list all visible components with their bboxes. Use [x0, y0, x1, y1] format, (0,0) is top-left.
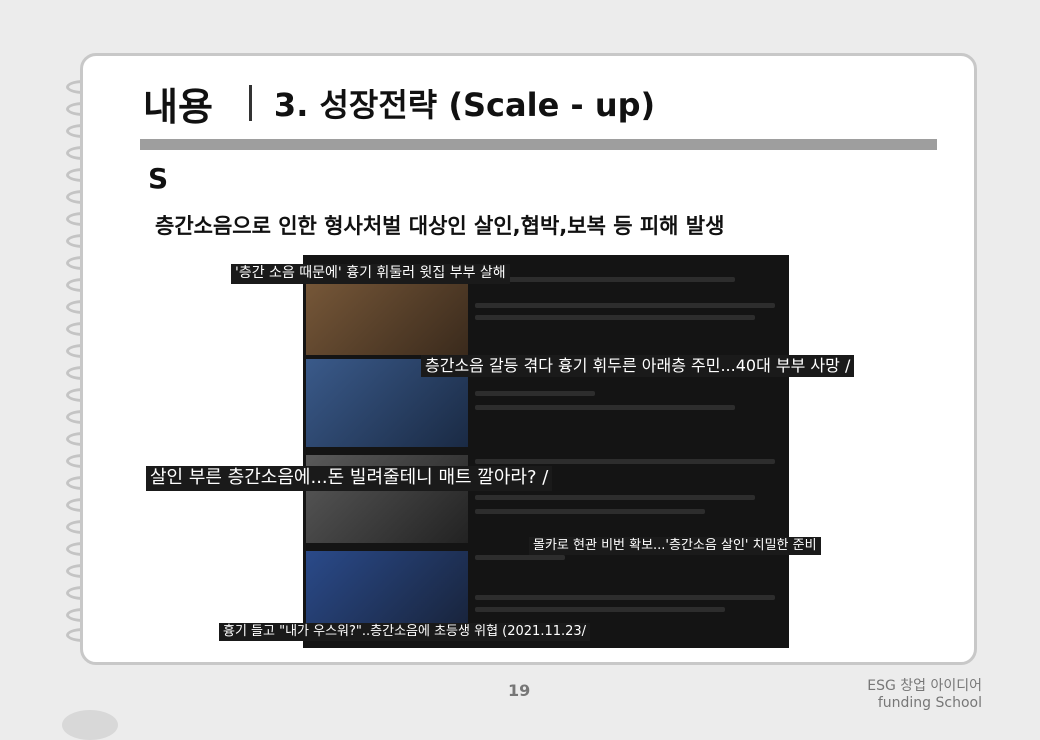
- news-caption-2: 층간소음 갈등 겪다 흉기 휘두른 아래층 주민...40대 부부 사망 /: [421, 355, 855, 377]
- title-divider: [248, 85, 252, 121]
- title-underline: [140, 139, 937, 150]
- blurred-text-line: [475, 277, 735, 282]
- news-caption-1: '층간 소음 때문에' 흉기 휘둘러 윗집 부부 살해: [231, 264, 510, 284]
- title-sub: 3. 성장전략 (Scale - up): [273, 86, 656, 124]
- slide-title: 내용 3. 성장전략 (Scale - up): [143, 80, 656, 129]
- page-number: 19: [508, 681, 531, 700]
- footer-brand: ESG 창업 아이디어 funding School: [867, 678, 982, 712]
- blurred-text-line: [475, 459, 775, 464]
- news-caption-5: 흉기 들고 "내가 우스워?"..층간소음에 초등생 위협 (2021.11.2…: [219, 623, 591, 642]
- blurred-text-line: [475, 391, 595, 396]
- footer-line-1: ESG 창업 아이디어: [867, 678, 982, 694]
- news-caption-3: 살인 부른 층간소음에...돈 빌려줄테니 매트 깔아라? /: [146, 466, 553, 491]
- blurred-text-line: [475, 555, 565, 560]
- corner-decoration: [62, 710, 118, 740]
- news-screenshot: [303, 255, 789, 648]
- blurred-text-line: [475, 495, 755, 500]
- section-letter: S: [148, 162, 169, 195]
- news-caption-4: 몰카로 현관 비번 확보...'층간소음 살인' 치밀한 준비: [529, 537, 821, 556]
- video-thumbnail: [306, 551, 468, 631]
- blurred-text-line: [475, 595, 775, 600]
- blurred-text-line: [475, 405, 735, 410]
- blurred-text-line: [475, 315, 755, 320]
- footer-line-2: funding School: [877, 694, 982, 711]
- title-main: 내용: [143, 84, 213, 129]
- blurred-text-line: [475, 509, 705, 514]
- blurred-text-line: [475, 303, 775, 308]
- blurred-text-line: [475, 607, 725, 612]
- headline: 층간소음으로 인한 형사처벌 대상인 살인,협박,보복 등 피해 발생: [155, 214, 725, 238]
